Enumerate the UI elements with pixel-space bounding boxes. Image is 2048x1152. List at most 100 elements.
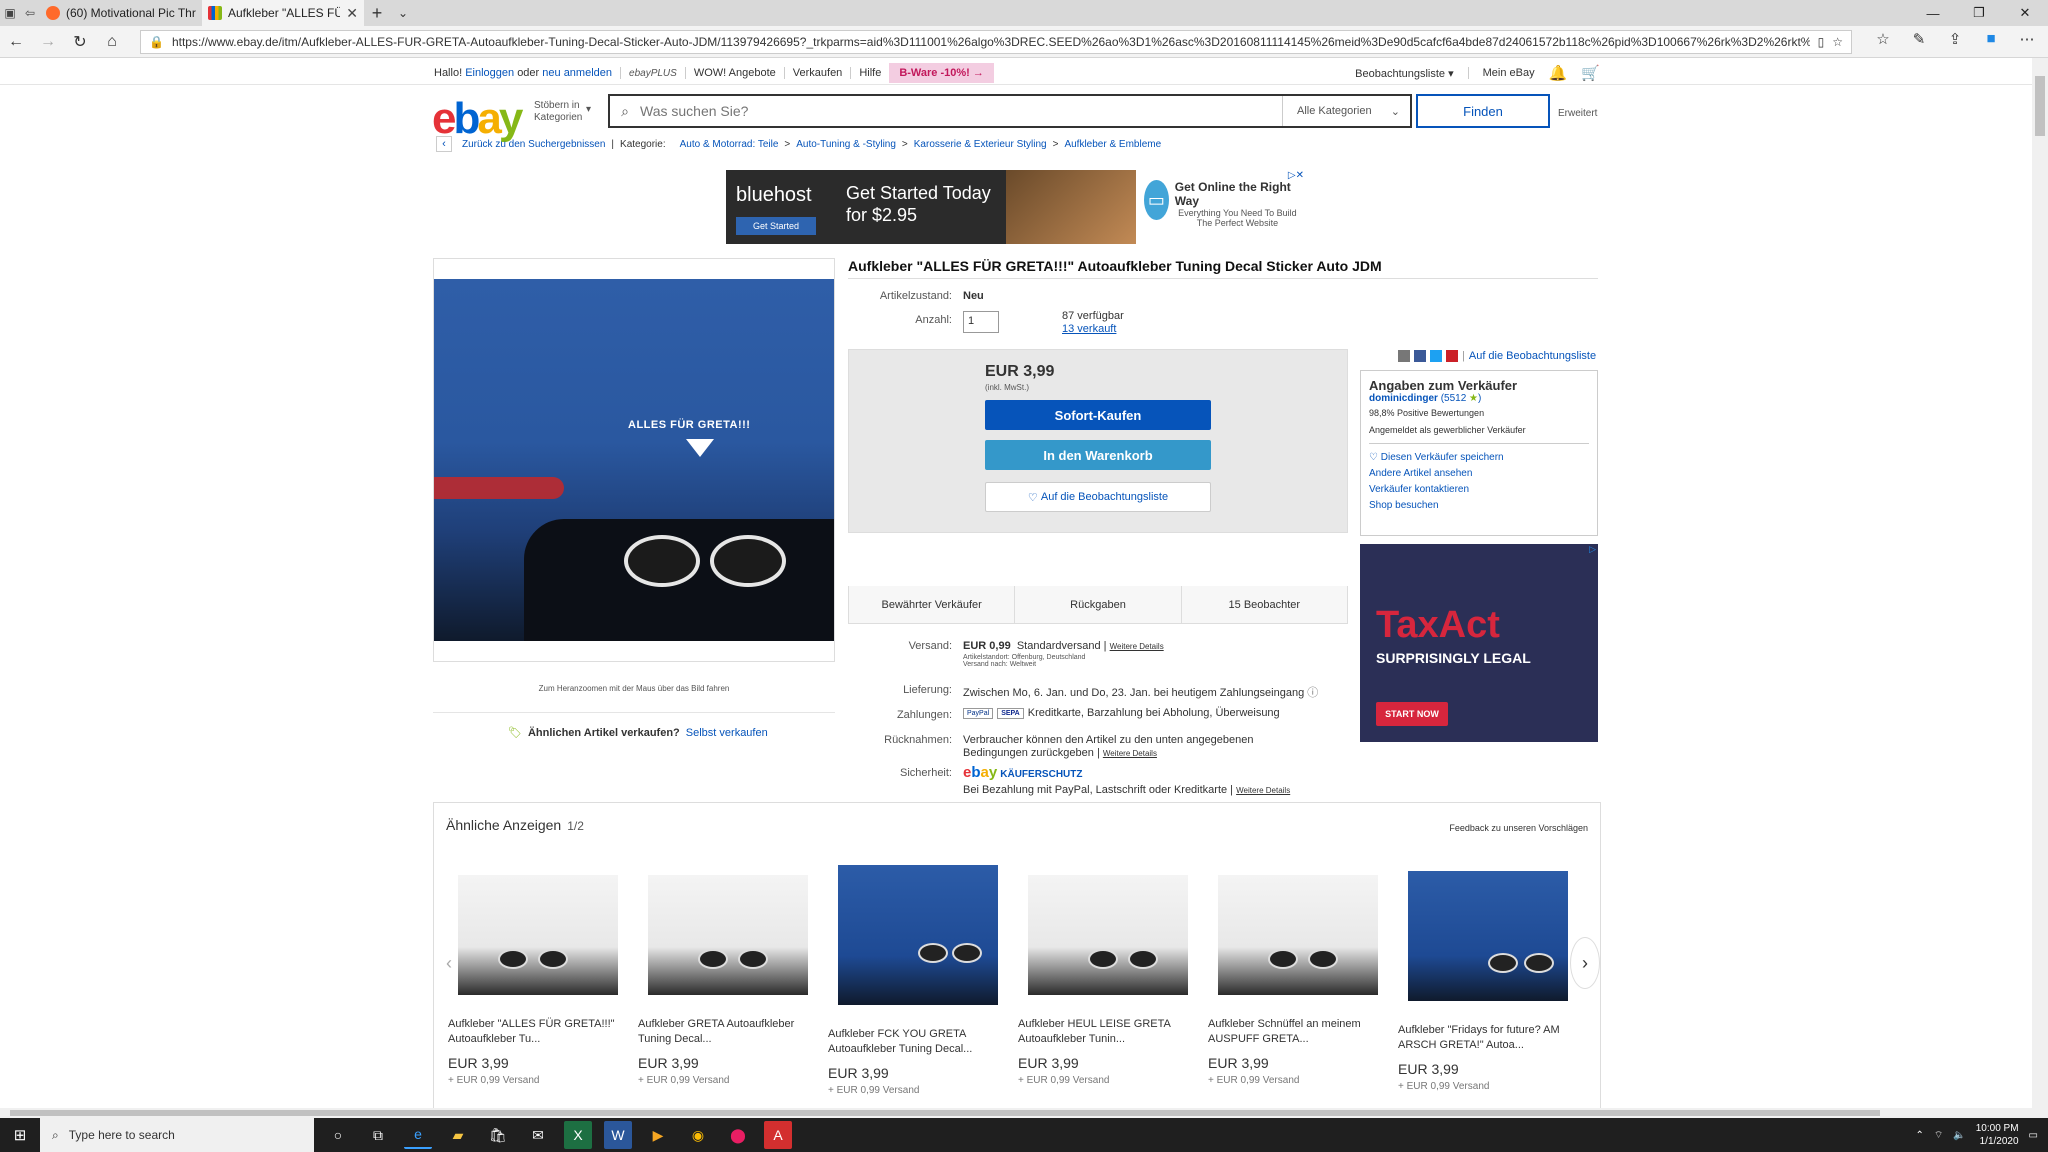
sell-self-link[interactable]: Selbst verkaufen [686,727,768,739]
similar-item-card[interactable]: Aufkleber "Fridays for future? AM ARSCH … [1398,871,1568,1092]
ad-cta-button[interactable]: Get Started [736,217,816,235]
notifications-icon[interactable]: ▭ [2029,1130,2038,1141]
more-menu-icon[interactable]: ⋯ [2016,30,2038,48]
similar-item-title[interactable]: Aufkleber "Fridays for future? AM ARSCH … [1398,1023,1568,1055]
similar-item-title[interactable]: Aufkleber GRETA Autoaufkleber Tuning Dec… [638,1017,808,1049]
my-ebay-link[interactable]: Mein eBay [1483,67,1535,79]
buy-now-button[interactable]: Sofort-Kaufen [985,400,1211,430]
register-link[interactable]: neu anmelden [542,67,612,79]
shipping-details-link[interactable]: Weitere Details [1110,642,1164,651]
carousel-next-icon[interactable]: › [1570,937,1600,989]
volume-icon[interactable]: 🔈 [1953,1130,1965,1141]
add-to-cart-button[interactable]: In den Warenkorb [985,440,1211,470]
quantity-input[interactable]: 1 [963,311,999,333]
minimize-icon[interactable]: — [1910,0,1956,26]
edge-icon[interactable]: e [404,1121,432,1149]
media-player-icon[interactable]: ▶ [644,1121,672,1149]
chevron-up-icon[interactable]: ⌃ [1915,1130,1923,1141]
address-bar[interactable]: 🔒 https://www.ebay.de/itm/Aufkleber-ALLE… [140,30,1852,54]
similar-item-title[interactable]: Aufkleber FCK YOU GRETA Autoaufkleber Tu… [828,1027,998,1059]
seller-name-link[interactable]: dominicdinger [1369,393,1438,404]
help-link[interactable]: Hilfe [859,67,881,79]
contact-seller-link[interactable]: Verkäufer kontaktieren [1369,484,1589,495]
network-icon[interactable]: ⌔ [1934,1129,1943,1142]
acrobat-icon[interactable]: A [764,1121,792,1149]
ad-close-icon[interactable]: ▷✕ [1288,170,1304,181]
windows-start-icon[interactable]: ⊞ [0,1126,40,1144]
new-tab-icon[interactable]: + [364,0,390,26]
returns-details-link[interactable]: Weitere Details [1103,749,1157,758]
restore-icon[interactable]: ❐ [1956,0,2002,26]
bell-icon[interactable]: 🔔 [1549,64,1568,82]
sell-link[interactable]: Verkaufen [793,67,843,79]
store-icon[interactable]: 🛍 [484,1121,512,1149]
similar-item-card[interactable]: Aufkleber Schnüffel an meinem AUSPUFF GR… [1208,875,1378,1086]
taxact-ad[interactable]: TaxAct SURPRISINGLY LEGAL START NOW ▷ [1360,544,1598,742]
similar-item-title[interactable]: Aufkleber Schnüffel an meinem AUSPUFF GR… [1208,1017,1378,1049]
close-window-icon[interactable]: ✕ [2002,0,2048,26]
home-icon[interactable]: ⌂ [96,33,128,51]
breadcrumb-item[interactable]: Karosserie & Exterieur Styling [914,139,1047,150]
category-select[interactable]: Alle Kategorien ⌄ [1282,96,1410,126]
similar-item-image[interactable] [458,875,618,995]
security-details-link[interactable]: Weitere Details [1236,786,1290,795]
similar-item-title[interactable]: Aufkleber HEUL LEISE GRETA Autoaufkleber… [1018,1017,1188,1049]
favorites-icon[interactable]: ☆ [1872,30,1894,48]
info-icon[interactable]: ⓘ [1307,687,1318,699]
wow-deals-link[interactable]: WOW! Angebote [694,67,776,79]
cortana-icon[interactable]: ○ [324,1121,352,1149]
ebay-plus-link[interactable]: ebayPLUS [629,68,677,79]
similar-item-image[interactable] [838,865,998,1005]
search-input[interactable] [640,103,1282,119]
similar-item-card[interactable]: Aufkleber "ALLES FÜR GRETA!!!" Autoaufkl… [448,875,618,1086]
favorite-star-icon[interactable]: ☆ [1832,35,1843,49]
taskbar-clock[interactable]: 10:00 PM 1/1/2020 [1976,1122,2019,1148]
similar-item-image[interactable] [1028,875,1188,995]
item-image[interactable]: ALLES FÜR GRETA!!! [434,279,834,641]
scrollbar-thumb[interactable] [10,1110,1880,1116]
scrollbar-thumb[interactable] [2035,76,2045,136]
share-icon[interactable]: ⇪ [1944,30,1966,48]
feedback-link[interactable]: Feedback zu unseren Vorschlägen [1449,823,1588,833]
visit-shop-link[interactable]: Shop besuchen [1369,500,1589,511]
taxact-cta-button[interactable]: START NOW [1376,702,1448,726]
maps-icon[interactable]: ⬤ [724,1121,752,1149]
cart-icon[interactable]: 🛒 [1581,64,1600,82]
pinterest-icon[interactable] [1446,350,1458,362]
breadcrumb-item[interactable]: Auto-Tuning & -Styling [796,139,896,150]
bware-promo-link[interactable]: B-Ware -10%! → [889,63,994,83]
feature-trusted-seller[interactable]: Bewährter Verkäufer [849,586,1014,623]
similar-item-image[interactable] [1408,871,1568,1001]
add-to-watchlist-button[interactable]: ♡ Auf die Beobachtungsliste [985,482,1211,512]
set-aside-tabs-icon[interactable]: ⇦ [20,0,40,26]
vertical-scrollbar[interactable] [2032,58,2048,1108]
save-seller-link[interactable]: ♡ Diesen Verkäufer speichern [1369,452,1589,463]
close-tab-icon[interactable]: ✕ [346,5,358,22]
browse-categories-button[interactable]: Stöbern in Kategorien ▾ [534,100,591,124]
file-explorer-icon[interactable]: ▰ [444,1121,472,1149]
email-icon[interactable] [1398,350,1410,362]
mail-icon[interactable]: ✉ [524,1121,552,1149]
taskbar-search[interactable]: ⌕ Type here to search [40,1118,314,1152]
find-button[interactable]: Finden [1416,94,1550,128]
notes-icon[interactable]: ✎ [1908,30,1930,48]
twitter-icon[interactable] [1430,350,1442,362]
watchlist-link[interactable]: Auf die Beobachtungsliste [1469,350,1596,362]
back-to-results-link[interactable]: Zurück zu den Suchergebnissen [462,139,605,150]
other-items-link[interactable]: Andere Artikel ansehen [1369,468,1589,479]
similar-item-card[interactable]: Aufkleber HEUL LEISE GRETA Autoaufkleber… [1018,875,1188,1086]
ad-choices-icon[interactable]: ▷ [1589,544,1596,555]
similar-item-title[interactable]: Aufkleber "ALLES FÜR GRETA!!!" Autoaufkl… [448,1017,618,1049]
facebook-icon[interactable] [1414,350,1426,362]
breadcrumb-item[interactable]: Auto & Motorrad: Teile [680,139,779,150]
tab-list-chevron-icon[interactable]: ⌄ [390,0,416,26]
sold-link[interactable]: 13 verkauft [1062,323,1116,335]
tab-motivational[interactable]: (60) Motivational Pic Threac [40,0,202,26]
forward-icon[interactable]: → [32,33,64,51]
tab-actions-icon[interactable]: ▣ [0,0,20,26]
similar-item-card[interactable]: Aufkleber GRETA Autoaufkleber Tuning Dec… [638,875,808,1086]
breadcrumb-item[interactable]: Aufkleber & Embleme [1064,139,1161,150]
extension-icon[interactable]: ■ [1980,30,2002,48]
reading-view-icon[interactable]: ▯ [1818,35,1825,49]
horizontal-scrollbar[interactable] [0,1108,2048,1118]
